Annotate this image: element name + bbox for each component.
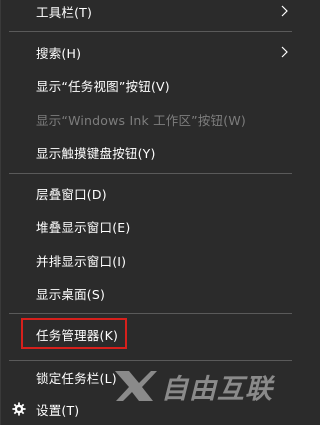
menu-item-show-windows-ink: 显示“Windows Ink 工作区”按钮(W) <box>1 104 300 134</box>
taskbar-context-menu: 工具栏(T) 搜索(H) 显示“任务视图”按钮(V) 显示“Windows In… <box>0 0 299 425</box>
x-logo-icon <box>115 371 157 401</box>
menu-item-show-task-view[interactable]: 显示“任务视图”按钮(V) <box>1 70 300 100</box>
watermark: 自由互联 <box>113 369 273 405</box>
menu-item-label: 显示桌面(S) <box>36 286 106 302</box>
menu-item-label: 显示触摸键盘按钮(Y) <box>36 145 156 161</box>
menu-item-show-desktop[interactable]: 显示桌面(S) <box>1 278 300 308</box>
menu-item-label: 显示“任务视图”按钮(V) <box>36 78 170 94</box>
chevron-right-icon <box>281 46 288 58</box>
chevron-right-icon <box>281 5 288 17</box>
highlight-box <box>21 318 127 349</box>
menu-item-label: 锁定任务栏(L) <box>36 370 117 386</box>
watermark-text: 自由互联 <box>161 373 273 405</box>
menu-item-label: 层叠窗口(D) <box>36 186 107 202</box>
menu-item-show-touch-keyboard[interactable]: 显示触摸键盘按钮(Y) <box>1 137 300 167</box>
menu-separator <box>9 173 292 174</box>
menu-item-cascade-windows[interactable]: 层叠窗口(D) <box>1 178 300 208</box>
menu-separator <box>9 313 292 314</box>
menu-item-label: 设置(T) <box>36 402 80 418</box>
menu-separator <box>9 31 292 32</box>
menu-item-label: 显示“Windows Ink 工作区”按钮(W) <box>36 112 246 128</box>
menu-item-label: 堆叠显示窗口(E) <box>36 219 131 235</box>
menu-item-search[interactable]: 搜索(H) <box>1 37 300 67</box>
menu-item-toolbars[interactable]: 工具栏(T) <box>1 0 300 26</box>
gear-icon <box>12 402 26 416</box>
menu-item-stack-windows[interactable]: 堆叠显示窗口(E) <box>1 211 300 241</box>
menu-item-side-by-side-windows[interactable]: 并排显示窗口(I) <box>1 245 300 275</box>
menu-item-label: 并排显示窗口(I) <box>36 253 127 269</box>
menu-item-label: 搜索(H) <box>36 45 82 61</box>
menu-separator <box>9 360 292 361</box>
menu-item-label: 工具栏(T) <box>36 4 93 20</box>
